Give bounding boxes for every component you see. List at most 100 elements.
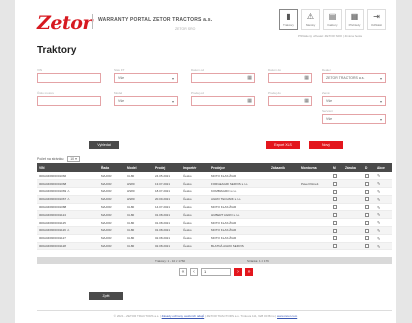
edit-icon[interactable]: ✎ bbox=[377, 189, 380, 194]
row-checkbox[interactable] bbox=[365, 220, 369, 225]
row-checkbox[interactable] bbox=[365, 212, 369, 217]
status-select[interactable]: Vše ▾ bbox=[114, 73, 178, 83]
date-to-input[interactable]: ▦ bbox=[268, 73, 312, 83]
row-checkbox[interactable] bbox=[365, 197, 369, 202]
edit-icon[interactable]: ✎ bbox=[377, 173, 380, 178]
table-row[interactable]: 000A0469F0001067 ⚠ MAJOR HS80 20.09.2021 Čes… bbox=[37, 195, 392, 204]
edit-icon[interactable]: ✎ bbox=[377, 181, 380, 186]
table-cell: Česko bbox=[181, 172, 209, 181]
table-cell: MOTO KLAS ŽIAR bbox=[209, 234, 269, 243]
edit-icon[interactable]: ✎ bbox=[377, 205, 380, 210]
column-header[interactable]: Prodejce bbox=[209, 163, 269, 172]
logout-icon: ⇥ bbox=[373, 12, 380, 21]
invoice-icon: ▤ bbox=[328, 12, 337, 21]
row-checkbox[interactable] bbox=[365, 205, 369, 210]
table-row[interactable]: 000A0469F0001127 MAJOR CL80 02.08.2021 Česko… bbox=[37, 234, 392, 243]
table-row[interactable]: 000A0469F0001066 MAJOR CL80 24.05.2021 Česko… bbox=[37, 172, 392, 181]
table-row[interactable]: 000A0469F0001088 MAJOR CL80 14.07.2021 Česko… bbox=[37, 203, 392, 212]
edit-icon[interactable]: ✎ bbox=[377, 244, 380, 249]
table-cell: BLATNÁ AGRO SERVIS bbox=[209, 242, 269, 251]
table-cell bbox=[269, 226, 299, 235]
sale-from-input[interactable]: ▦ bbox=[191, 96, 255, 106]
pagination: « ‹ 1 › » bbox=[179, 268, 253, 276]
website-link[interactable]: www.zetor.com bbox=[277, 314, 297, 318]
row-checkbox[interactable] bbox=[365, 189, 369, 194]
column-header[interactable]: Zákazník bbox=[269, 163, 299, 172]
service-select[interactable]: Vše ▾ bbox=[322, 114, 386, 124]
privacy-link[interactable]: Zásady ochrany osobních údajů bbox=[162, 314, 205, 318]
row-checkbox[interactable] bbox=[333, 205, 337, 210]
row-checkbox[interactable] bbox=[333, 236, 337, 241]
column-header[interactable]: Záruka bbox=[343, 163, 363, 172]
row-checkbox[interactable] bbox=[333, 244, 337, 249]
row-checkbox[interactable] bbox=[333, 228, 337, 233]
calendar-icon[interactable]: ▦ bbox=[247, 98, 252, 104]
column-header[interactable]: Řada bbox=[99, 163, 125, 172]
page-number-input[interactable]: 1 bbox=[201, 268, 231, 276]
column-header[interactable]: Importér bbox=[181, 163, 209, 172]
table-cell: Česko bbox=[181, 218, 209, 228]
nav-invoices-button[interactable]: ▤ Faktury bbox=[323, 9, 342, 30]
calendar-icon[interactable]: ▦ bbox=[247, 75, 252, 81]
nav-tractors-button[interactable]: ▮ Traktory bbox=[279, 9, 298, 30]
calendar-icon[interactable]: ▦ bbox=[304, 75, 309, 81]
edit-icon[interactable]: ✎ bbox=[377, 197, 380, 202]
table-row[interactable]: 000A0469F0001125 MAJOR CL80 01.08.2021 Česko… bbox=[37, 218, 392, 228]
column-header[interactable]: VIN bbox=[37, 163, 99, 172]
table-cell bbox=[363, 203, 375, 212]
row-checkbox[interactable] bbox=[333, 181, 337, 186]
nav-logout-button[interactable]: ⇥ Odhlásit bbox=[367, 9, 386, 30]
table-row[interactable]: 000A0469F0001126 ⚠ MAJOR CL80 01.08.2021 Čes… bbox=[37, 226, 392, 235]
chevron-down-icon: ▾ bbox=[379, 76, 382, 81]
sale-to-input[interactable]: ▦ bbox=[268, 96, 312, 106]
column-header[interactable]: D bbox=[363, 163, 375, 172]
row-checkbox[interactable] bbox=[333, 220, 337, 225]
country-select[interactable]: Vše ▾ bbox=[322, 96, 386, 106]
row-checkbox[interactable] bbox=[333, 173, 337, 178]
row-checkbox[interactable] bbox=[365, 181, 369, 186]
prev-page-button[interactable]: ‹ bbox=[190, 268, 198, 276]
table-cell bbox=[331, 242, 343, 251]
last-page-button[interactable]: » bbox=[245, 268, 253, 276]
next-page-button[interactable]: › bbox=[234, 268, 242, 276]
edit-icon[interactable]: ✎ bbox=[377, 212, 380, 217]
calendar-icon[interactable]: ▦ bbox=[304, 98, 309, 104]
column-header[interactable]: Montovna bbox=[299, 163, 331, 172]
table-row[interactable]: 000A0469F0001124 MAJOR CL80 01.08.2021 Česko… bbox=[37, 210, 392, 220]
new-button[interactable]: Nový bbox=[309, 141, 343, 149]
row-checkbox[interactable] bbox=[365, 236, 369, 241]
table-row[interactable]: 000A0469F0001069 ⚠ MAJOR HS80 18.07.2021 Čes… bbox=[37, 187, 392, 196]
per-page-select[interactable]: 10 ▾ bbox=[67, 156, 80, 162]
column-header[interactable]: Prodej bbox=[153, 163, 181, 172]
export-xls-button[interactable]: Export XLS bbox=[266, 141, 300, 149]
user-info[interactable]: Přihlášený uživatel: ZETOR SRO | Změna h… bbox=[298, 34, 362, 38]
row-checkbox[interactable] bbox=[365, 228, 369, 233]
search-button[interactable]: Vyhledat bbox=[89, 141, 119, 149]
vin-input[interactable] bbox=[37, 73, 101, 83]
row-checkbox[interactable] bbox=[365, 173, 369, 178]
row-checkbox[interactable] bbox=[333, 212, 337, 217]
reports-icon: ▦ bbox=[350, 12, 359, 21]
back-button[interactable]: Zpět bbox=[89, 292, 123, 300]
edit-icon[interactable]: ✎ bbox=[377, 228, 380, 233]
table-cell: 000A0469F0001124 bbox=[37, 210, 99, 220]
row-checkbox[interactable] bbox=[365, 244, 369, 249]
edit-icon[interactable]: ✎ bbox=[377, 236, 380, 241]
row-checkbox[interactable] bbox=[333, 197, 337, 202]
dealer-select[interactable]: ZETOR TRACTORS a.s. ▾ bbox=[322, 73, 386, 83]
table-row[interactable]: 000A0469F0001068 MAJOR HS80 13.07.2021 Česko… bbox=[37, 179, 392, 189]
table-cell bbox=[299, 218, 331, 228]
table-row[interactable]: 000A0469F0001128 MAJOR CL80 02.08.2021 Česko… bbox=[37, 242, 392, 251]
model-select[interactable]: Vše ▾ bbox=[114, 96, 178, 106]
column-header[interactable]: Model bbox=[125, 163, 153, 172]
row-checkbox[interactable] bbox=[333, 189, 337, 194]
first-page-button[interactable]: « bbox=[179, 268, 187, 276]
date-from-input[interactable]: ▦ bbox=[191, 73, 255, 83]
zetor-logo[interactable]: Zetor bbox=[37, 12, 92, 34]
column-header[interactable]: M bbox=[331, 163, 343, 172]
table-cell bbox=[331, 187, 343, 196]
nav-claims-button[interactable]: ⚠ Nároky bbox=[301, 9, 320, 30]
edit-icon[interactable]: ✎ bbox=[377, 220, 380, 225]
nav-reports-button[interactable]: ▦ Přehledy bbox=[345, 9, 364, 30]
engine-number-input[interactable] bbox=[37, 96, 101, 106]
